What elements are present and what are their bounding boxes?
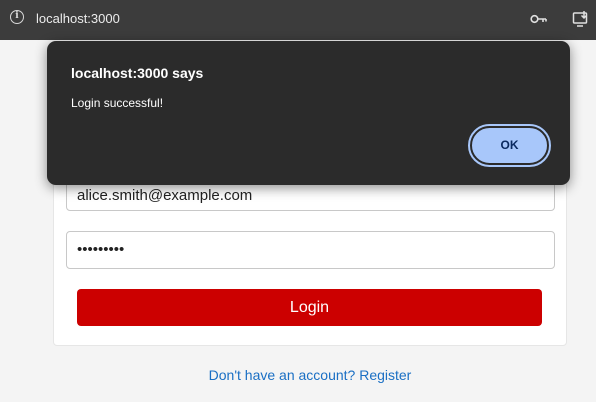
login-button[interactable]: Login <box>77 289 542 326</box>
dialog-title: localhost:3000 says <box>71 65 204 81</box>
browser-address-bar[interactable]: i localhost:3000 <box>0 0 596 40</box>
dialog-message: Login successful! <box>71 96 164 110</box>
register-link[interactable]: Don't have an account? Register <box>0 367 596 383</box>
password-field[interactable]: ••••••••• <box>66 231 555 269</box>
info-icon[interactable]: i <box>10 10 24 24</box>
alert-dialog: localhost:3000 says Login successful! OK <box>47 41 570 185</box>
key-icon[interactable] <box>530 12 548 30</box>
address-url[interactable]: localhost:3000 <box>36 11 120 26</box>
install-app-icon[interactable] <box>572 10 590 33</box>
ok-button[interactable]: OK <box>468 124 551 167</box>
